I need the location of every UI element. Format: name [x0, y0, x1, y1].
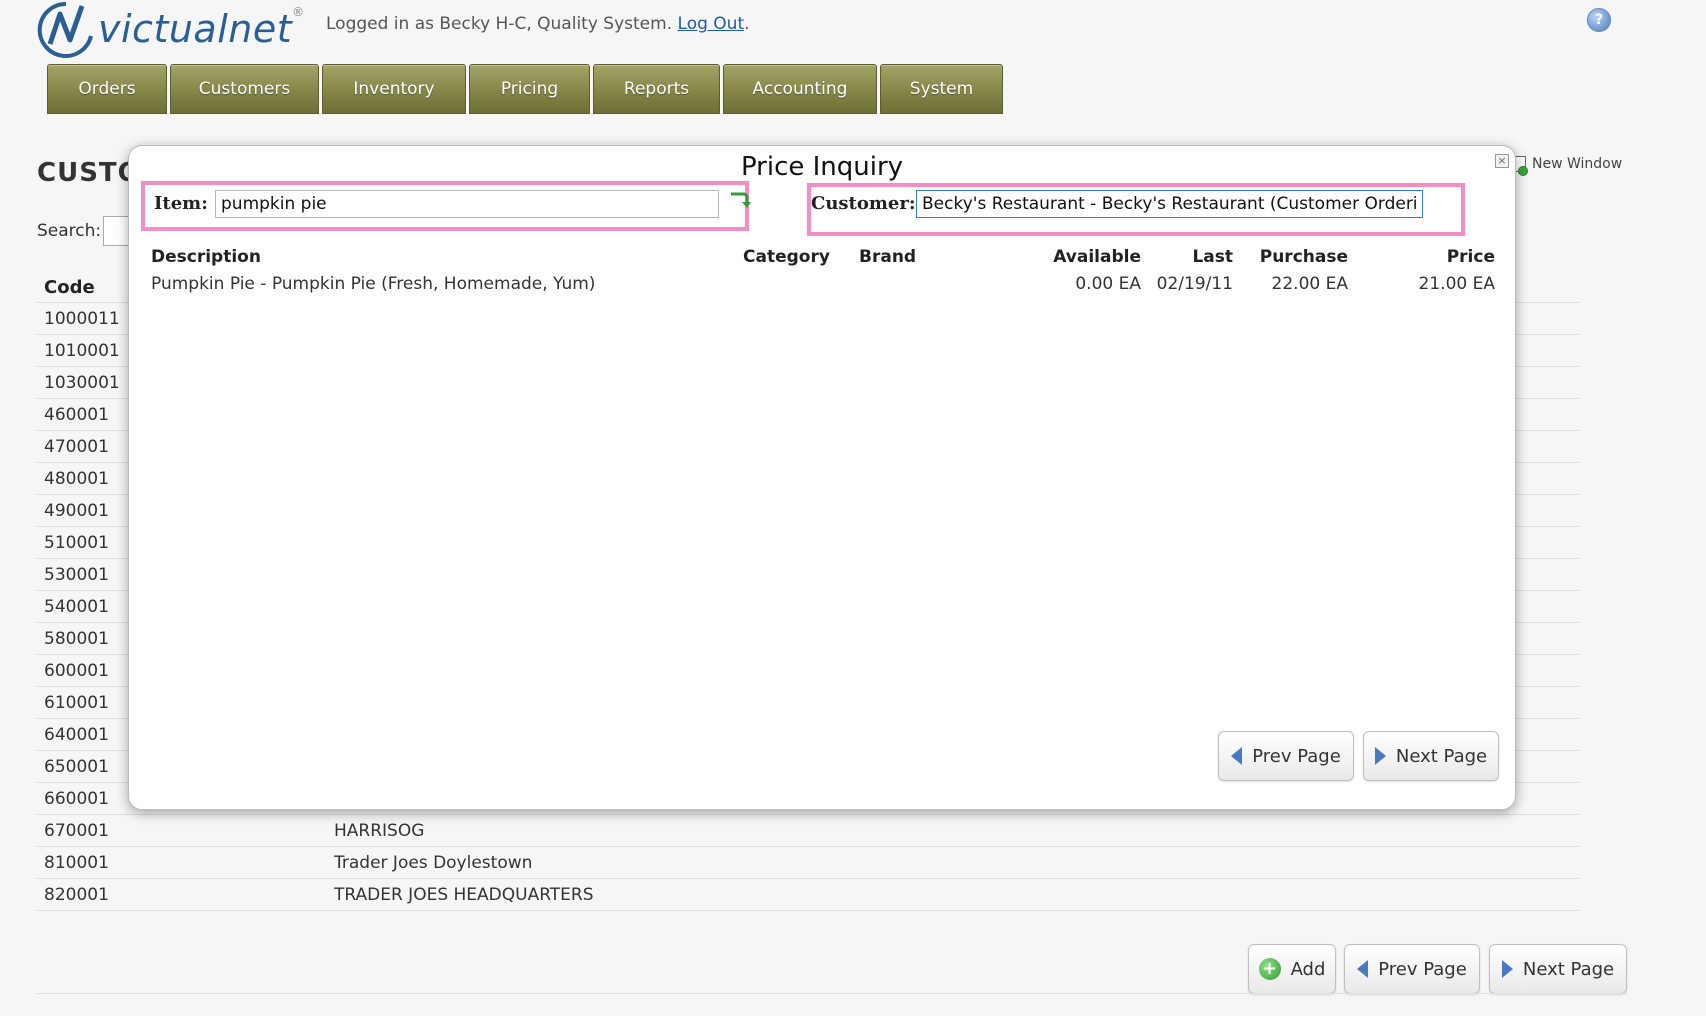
result-price: 21.00 EA [1418, 273, 1495, 294]
next-page-label: Next Page [1522, 958, 1615, 980]
price-inquiry-dialog: Price Inquiry × Item: Customer: Descript… [128, 145, 1516, 810]
close-icon[interactable]: × [1495, 154, 1509, 168]
nav-tab-pricing[interactable]: Pricing [469, 64, 590, 114]
divider [37, 993, 1627, 994]
dialog-prev-page-label: Prev Page [1252, 745, 1341, 767]
add-button[interactable]: + Add [1248, 944, 1336, 994]
customer-name: Trader Joes Doylestown [334, 852, 533, 873]
dialog-title: Price Inquiry [740, 152, 904, 182]
nav-tab-reports[interactable]: Reports [593, 64, 720, 114]
dialog-next-page-label: Next Page [1395, 745, 1488, 767]
page-title: CUSTO [37, 158, 141, 188]
table-row[interactable]: 810001 Trader Joes Doylestown [37, 847, 1580, 879]
search-label: Search: [37, 221, 102, 241]
last-column-header: Last [1192, 246, 1233, 267]
brand-column-header: Brand [859, 246, 917, 267]
customer-code: 820001 [44, 884, 109, 905]
customer-name: HARRISOG [334, 820, 425, 841]
main-nav: Orders Customers Inventory Pricing Repor… [47, 64, 1003, 114]
prev-arrow-icon [1357, 960, 1369, 978]
results-header: Description Category Brand Available Las… [151, 243, 1495, 270]
logo-text: victualnet® [98, 5, 305, 51]
result-last: 02/19/11 [1156, 273, 1233, 294]
next-arrow-icon [1501, 960, 1513, 978]
category-column-header: Category [743, 246, 830, 267]
add-icon: + [1258, 958, 1281, 980]
customer-input[interactable] [916, 190, 1423, 218]
results-table: Description Category Brand Available Las… [151, 243, 1495, 297]
next-page-button[interactable]: Next Page [1489, 944, 1627, 994]
dialog-prev-page-button[interactable]: Prev Page [1218, 731, 1354, 781]
table-row[interactable]: Pumpkin Pie - Pumpkin Pie (Fresh, Homema… [151, 270, 1495, 297]
nav-tab-accounting[interactable]: Accounting [723, 64, 877, 114]
logo: victualnet® [36, 0, 305, 58]
nav-tab-orders[interactable]: Orders [47, 64, 167, 114]
available-column-header: Available [1053, 246, 1141, 267]
nav-tab-customers[interactable]: Customers [170, 64, 319, 114]
result-purchase: 22.00 EA [1271, 273, 1348, 294]
new-window-link[interactable]: New Window [1514, 156, 1623, 176]
logout-link[interactable]: Log Out [678, 14, 745, 34]
customer-name: TRADER JOES HEADQUARTERS [334, 884, 594, 905]
nav-tab-inventory[interactable]: Inventory [322, 64, 466, 114]
login-info: Logged in as Becky H-C, Quality System. … [326, 14, 750, 34]
search-go-icon[interactable] [727, 188, 751, 210]
code-column-header: Code [44, 276, 95, 298]
result-description: Pumpkin Pie - Pumpkin Pie (Fresh, Homema… [151, 273, 596, 294]
item-search-input[interactable] [215, 190, 719, 218]
item-label: Item: [154, 193, 208, 214]
new-window-label: New Window [1532, 156, 1623, 172]
customer-label: Customer: [811, 193, 916, 214]
add-button-label: Add [1290, 958, 1326, 980]
table-row[interactable]: 670001 HARRISOG [37, 815, 1580, 847]
purchase-column-header: Purchase [1259, 246, 1348, 267]
next-arrow-icon [1374, 747, 1386, 765]
victualnet-logo-icon [37, 1, 93, 58]
dialog-next-page-button[interactable]: Next Page [1363, 731, 1499, 781]
table-row[interactable]: 820001 TRADER JOES HEADQUARTERS [37, 879, 1580, 911]
prev-page-button[interactable]: Prev Page [1344, 944, 1480, 994]
price-column-header: Price [1446, 246, 1495, 267]
result-available: 0.00 EA [1075, 273, 1141, 294]
login-text: Logged in as Becky H-C, Quality System. [326, 14, 673, 34]
help-icon[interactable]: ? [1587, 8, 1611, 32]
customer-code: 670001 [44, 820, 109, 841]
customer-code: 810001 [44, 852, 109, 873]
prev-arrow-icon [1231, 747, 1243, 765]
prev-page-label: Prev Page [1378, 958, 1467, 980]
description-column-header: Description [151, 246, 261, 267]
nav-tab-system[interactable]: System [880, 64, 1003, 114]
